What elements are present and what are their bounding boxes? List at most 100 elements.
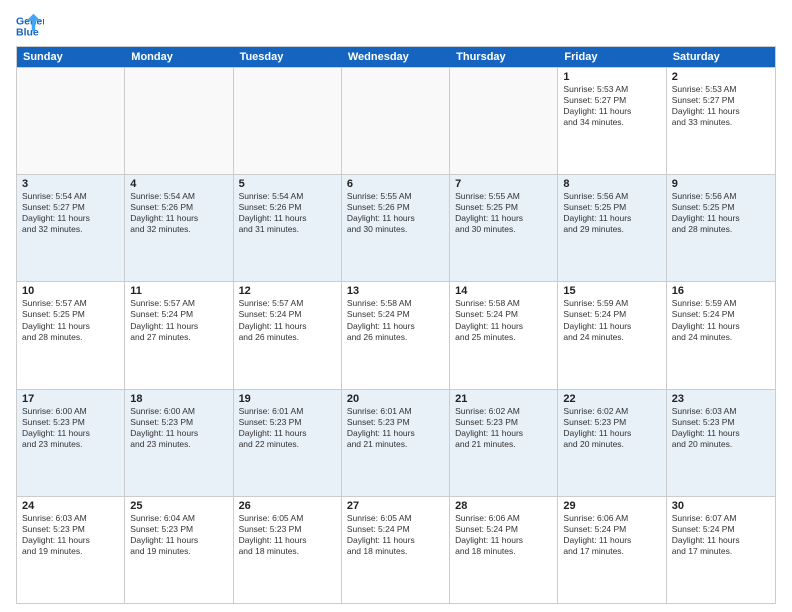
calendar-header: SundayMondayTuesdayWednesdayThursdayFrid… (17, 47, 775, 67)
calendar-row: 3Sunrise: 5:54 AM Sunset: 5:27 PM Daylig… (17, 174, 775, 281)
day-info: Sunrise: 5:56 AM Sunset: 5:25 PM Dayligh… (672, 191, 770, 235)
calendar-row: 17Sunrise: 6:00 AM Sunset: 5:23 PM Dayli… (17, 389, 775, 496)
day-cell-24: 24Sunrise: 6:03 AM Sunset: 5:23 PM Dayli… (17, 497, 125, 603)
day-number: 27 (347, 500, 444, 512)
day-info: Sunrise: 5:53 AM Sunset: 5:27 PM Dayligh… (672, 84, 770, 128)
day-info: Sunrise: 6:06 AM Sunset: 5:24 PM Dayligh… (563, 513, 660, 557)
svg-text:General: General (16, 15, 44, 27)
day-info: Sunrise: 5:54 AM Sunset: 5:27 PM Dayligh… (22, 191, 119, 235)
day-number: 15 (563, 285, 660, 297)
header: General Blue (16, 12, 776, 40)
header-cell-thursday: Thursday (450, 47, 558, 67)
day-number: 19 (239, 393, 336, 405)
day-info: Sunrise: 6:00 AM Sunset: 5:23 PM Dayligh… (130, 406, 227, 450)
day-number: 16 (672, 285, 770, 297)
day-number: 28 (455, 500, 552, 512)
day-number: 30 (672, 500, 770, 512)
day-cell-13: 13Sunrise: 5:58 AM Sunset: 5:24 PM Dayli… (342, 282, 450, 388)
day-number: 29 (563, 500, 660, 512)
logo: General Blue (16, 12, 48, 40)
day-cell-2: 2Sunrise: 5:53 AM Sunset: 5:27 PM Daylig… (667, 68, 775, 174)
day-info: Sunrise: 6:06 AM Sunset: 5:24 PM Dayligh… (455, 513, 552, 557)
day-number: 10 (22, 285, 119, 297)
day-cell-7: 7Sunrise: 5:55 AM Sunset: 5:25 PM Daylig… (450, 175, 558, 281)
day-cell-3: 3Sunrise: 5:54 AM Sunset: 5:27 PM Daylig… (17, 175, 125, 281)
day-cell-22: 22Sunrise: 6:02 AM Sunset: 5:23 PM Dayli… (558, 390, 666, 496)
day-number: 11 (130, 285, 227, 297)
page: General Blue SundayMondayTuesdayWednesda… (0, 0, 792, 612)
day-cell-9: 9Sunrise: 5:56 AM Sunset: 5:25 PM Daylig… (667, 175, 775, 281)
day-info: Sunrise: 5:59 AM Sunset: 5:24 PM Dayligh… (672, 298, 770, 342)
day-cell-12: 12Sunrise: 5:57 AM Sunset: 5:24 PM Dayli… (234, 282, 342, 388)
day-cell-14: 14Sunrise: 5:58 AM Sunset: 5:24 PM Dayli… (450, 282, 558, 388)
svg-text:Blue: Blue (16, 27, 39, 39)
day-number: 22 (563, 393, 660, 405)
logo-icon: General Blue (16, 12, 44, 40)
day-cell-10: 10Sunrise: 5:57 AM Sunset: 5:25 PM Dayli… (17, 282, 125, 388)
day-info: Sunrise: 5:57 AM Sunset: 5:25 PM Dayligh… (22, 298, 119, 342)
day-info: Sunrise: 6:05 AM Sunset: 5:24 PM Dayligh… (347, 513, 444, 557)
day-number: 8 (563, 178, 660, 190)
day-number: 18 (130, 393, 227, 405)
day-number: 24 (22, 500, 119, 512)
day-info: Sunrise: 6:00 AM Sunset: 5:23 PM Dayligh… (22, 406, 119, 450)
day-info: Sunrise: 6:05 AM Sunset: 5:23 PM Dayligh… (239, 513, 336, 557)
day-cell-19: 19Sunrise: 6:01 AM Sunset: 5:23 PM Dayli… (234, 390, 342, 496)
day-cell-30: 30Sunrise: 6:07 AM Sunset: 5:24 PM Dayli… (667, 497, 775, 603)
day-info: Sunrise: 5:57 AM Sunset: 5:24 PM Dayligh… (130, 298, 227, 342)
calendar-body: 1Sunrise: 5:53 AM Sunset: 5:27 PM Daylig… (17, 67, 775, 603)
day-number: 5 (239, 178, 336, 190)
day-cell-25: 25Sunrise: 6:04 AM Sunset: 5:23 PM Dayli… (125, 497, 233, 603)
header-cell-saturday: Saturday (667, 47, 775, 67)
day-cell-15: 15Sunrise: 5:59 AM Sunset: 5:24 PM Dayli… (558, 282, 666, 388)
day-number: 23 (672, 393, 770, 405)
day-number: 26 (239, 500, 336, 512)
day-info: Sunrise: 5:58 AM Sunset: 5:24 PM Dayligh… (347, 298, 444, 342)
day-info: Sunrise: 5:57 AM Sunset: 5:24 PM Dayligh… (239, 298, 336, 342)
day-cell-29: 29Sunrise: 6:06 AM Sunset: 5:24 PM Dayli… (558, 497, 666, 603)
day-number: 20 (347, 393, 444, 405)
day-number: 25 (130, 500, 227, 512)
header-cell-sunday: Sunday (17, 47, 125, 67)
day-info: Sunrise: 5:54 AM Sunset: 5:26 PM Dayligh… (239, 191, 336, 235)
day-cell-8: 8Sunrise: 5:56 AM Sunset: 5:25 PM Daylig… (558, 175, 666, 281)
day-number: 14 (455, 285, 552, 297)
day-info: Sunrise: 6:02 AM Sunset: 5:23 PM Dayligh… (563, 406, 660, 450)
calendar: SundayMondayTuesdayWednesdayThursdayFrid… (16, 46, 776, 604)
calendar-row: 1Sunrise: 5:53 AM Sunset: 5:27 PM Daylig… (17, 67, 775, 174)
day-cell-23: 23Sunrise: 6:03 AM Sunset: 5:23 PM Dayli… (667, 390, 775, 496)
day-number: 6 (347, 178, 444, 190)
day-number: 21 (455, 393, 552, 405)
day-info: Sunrise: 5:58 AM Sunset: 5:24 PM Dayligh… (455, 298, 552, 342)
day-number: 9 (672, 178, 770, 190)
empty-cell (234, 68, 342, 174)
day-cell-6: 6Sunrise: 5:55 AM Sunset: 5:26 PM Daylig… (342, 175, 450, 281)
day-cell-21: 21Sunrise: 6:02 AM Sunset: 5:23 PM Dayli… (450, 390, 558, 496)
day-cell-1: 1Sunrise: 5:53 AM Sunset: 5:27 PM Daylig… (558, 68, 666, 174)
day-cell-4: 4Sunrise: 5:54 AM Sunset: 5:26 PM Daylig… (125, 175, 233, 281)
day-info: Sunrise: 6:03 AM Sunset: 5:23 PM Dayligh… (22, 513, 119, 557)
day-cell-26: 26Sunrise: 6:05 AM Sunset: 5:23 PM Dayli… (234, 497, 342, 603)
day-info: Sunrise: 5:55 AM Sunset: 5:26 PM Dayligh… (347, 191, 444, 235)
day-number: 1 (563, 71, 660, 83)
day-cell-27: 27Sunrise: 6:05 AM Sunset: 5:24 PM Dayli… (342, 497, 450, 603)
empty-cell (125, 68, 233, 174)
day-info: Sunrise: 6:07 AM Sunset: 5:24 PM Dayligh… (672, 513, 770, 557)
header-cell-wednesday: Wednesday (342, 47, 450, 67)
day-info: Sunrise: 5:56 AM Sunset: 5:25 PM Dayligh… (563, 191, 660, 235)
header-cell-tuesday: Tuesday (234, 47, 342, 67)
day-info: Sunrise: 6:01 AM Sunset: 5:23 PM Dayligh… (347, 406, 444, 450)
day-info: Sunrise: 6:04 AM Sunset: 5:23 PM Dayligh… (130, 513, 227, 557)
day-info: Sunrise: 5:55 AM Sunset: 5:25 PM Dayligh… (455, 191, 552, 235)
calendar-row: 10Sunrise: 5:57 AM Sunset: 5:25 PM Dayli… (17, 281, 775, 388)
empty-cell (17, 68, 125, 174)
empty-cell (450, 68, 558, 174)
day-info: Sunrise: 5:53 AM Sunset: 5:27 PM Dayligh… (563, 84, 660, 128)
day-cell-17: 17Sunrise: 6:00 AM Sunset: 5:23 PM Dayli… (17, 390, 125, 496)
day-cell-16: 16Sunrise: 5:59 AM Sunset: 5:24 PM Dayli… (667, 282, 775, 388)
day-info: Sunrise: 5:54 AM Sunset: 5:26 PM Dayligh… (130, 191, 227, 235)
day-number: 2 (672, 71, 770, 83)
day-number: 17 (22, 393, 119, 405)
header-cell-monday: Monday (125, 47, 233, 67)
day-cell-11: 11Sunrise: 5:57 AM Sunset: 5:24 PM Dayli… (125, 282, 233, 388)
